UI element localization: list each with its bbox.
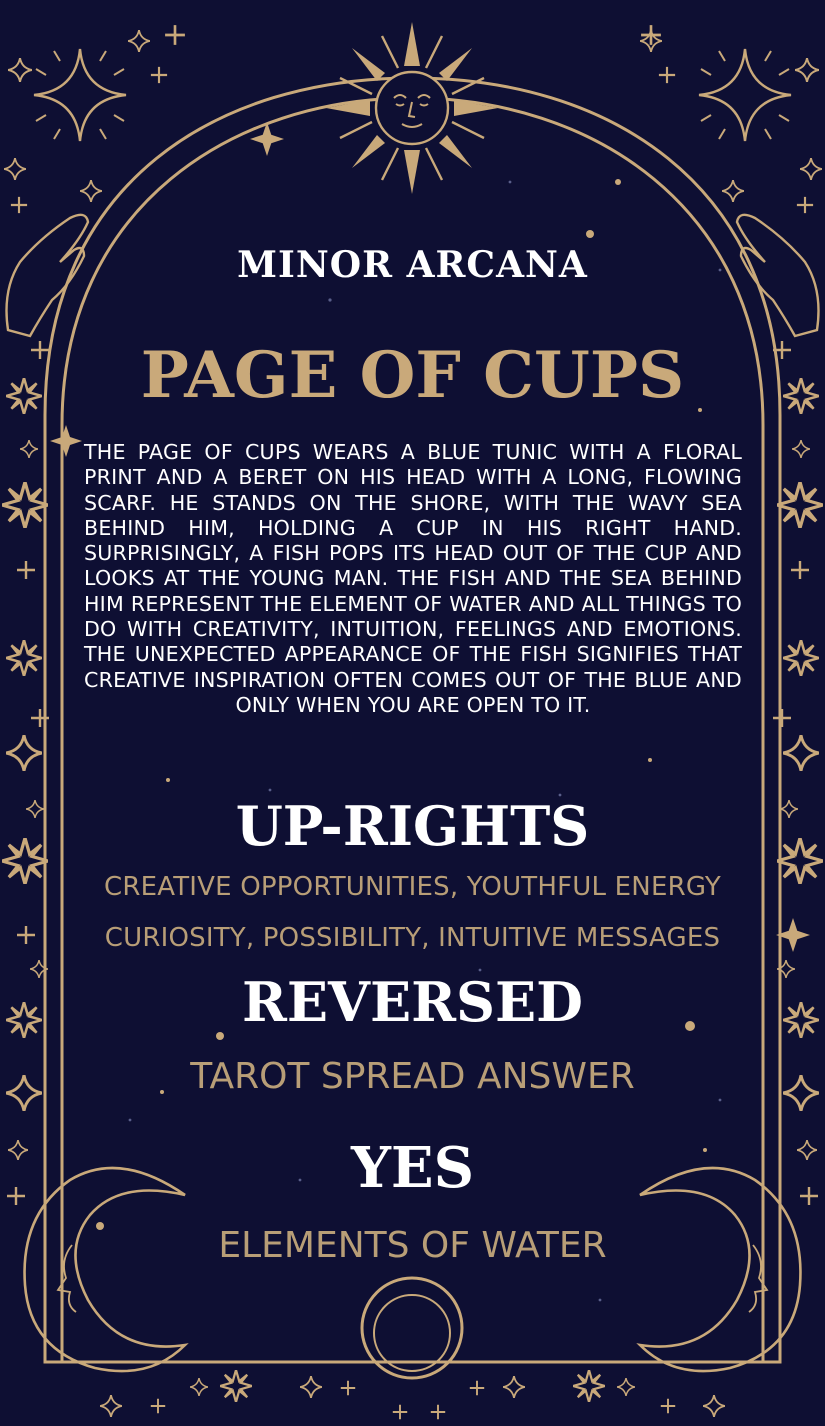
sun-face-icon bbox=[326, 22, 498, 194]
uprights-keywords-line1: CREATIVE OPPORTUNITIES, YOUTHFUL ENERGY bbox=[104, 872, 721, 902]
tarot-spread-label: TAROT SPREAD ANSWER bbox=[190, 1056, 635, 1097]
card-subtitle: MINOR ARCANA bbox=[237, 244, 588, 286]
card-description: THE PAGE OF CUPS WEARS A BLUE TUNIC WITH… bbox=[84, 440, 742, 717]
dot-star-icon bbox=[2, 24, 823, 1420]
reversed-heading: REVERSED bbox=[242, 970, 583, 1034]
card-element: ELEMENTS OF WATER bbox=[218, 1225, 607, 1266]
card-title: PAGE OF CUPS bbox=[140, 338, 685, 413]
uprights-keywords-line2: CURIOSITY, POSSIBILITY, INTUITIVE MESSAG… bbox=[104, 923, 721, 953]
tarot-card: MINOR ARCANA PAGE OF CUPS THE PAGE OF CU… bbox=[0, 0, 825, 1426]
tarot-answer: YES bbox=[350, 1135, 475, 1201]
uprights-heading: UP-RIGHTS bbox=[235, 794, 590, 858]
